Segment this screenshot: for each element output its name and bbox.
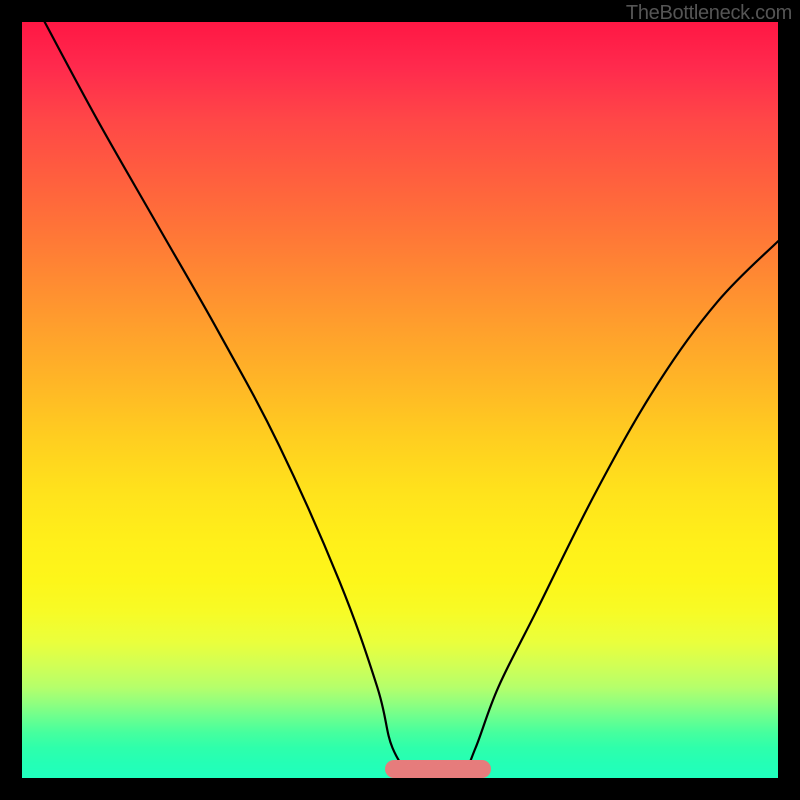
watermark-text: TheBottleneck.com — [626, 2, 792, 25]
chart-frame — [22, 22, 778, 778]
optimal-range-band — [385, 760, 491, 778]
curve-svg — [22, 22, 778, 778]
bottleneck-curve — [45, 22, 778, 778]
